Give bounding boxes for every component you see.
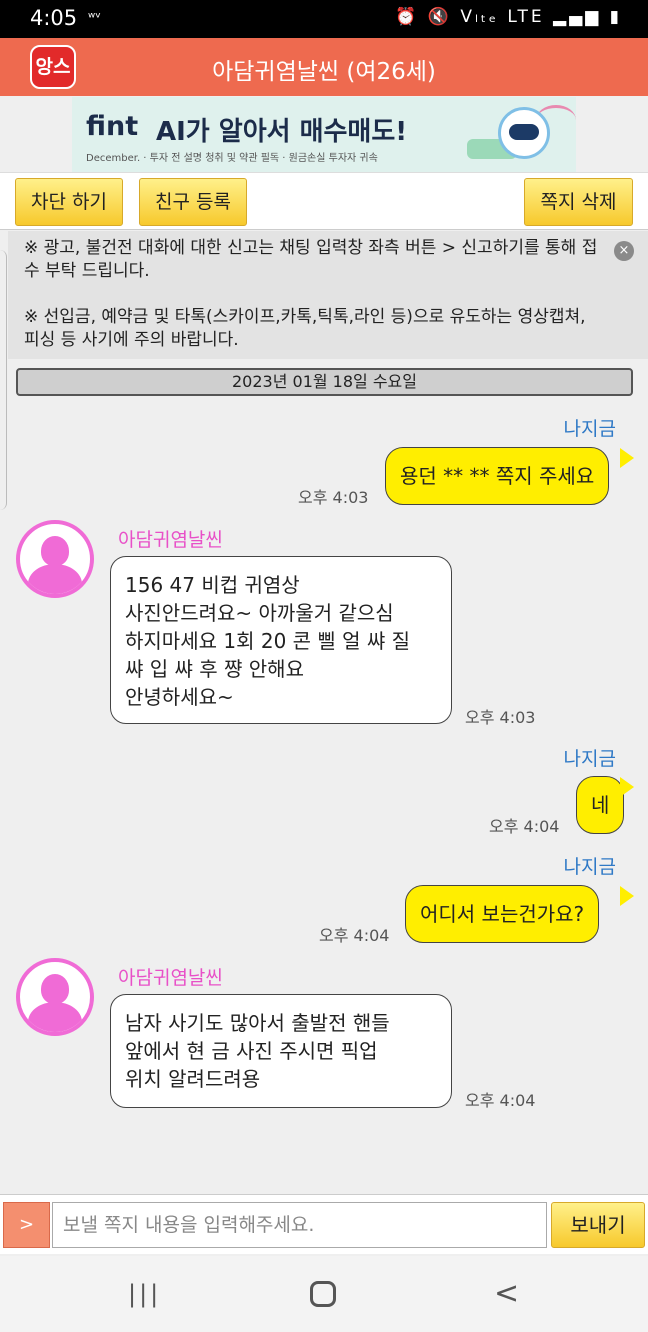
message-bubble-sent: 어디서 보는건가요? <box>405 885 600 943</box>
notification-icon: ʷᵛ <box>88 10 102 26</box>
sender-name: 아담귀염날씬 <box>118 529 223 551</box>
notice-box: ※ 광고, 불건전 대화에 대한 신고는 채팅 입력창 좌측 버튼 > 신고하기… <box>8 231 648 359</box>
system-status-icons: ⏰ 🔇 Vₗₜₑ LTE ▂▄▆ ▮ <box>395 7 622 27</box>
action-bar: 차단 하기 친구 등록 쪽지 삭제 <box>0 172 648 230</box>
message-line: 하지마세요 1회 20 콘 삘 얼 쌰 질 <box>125 629 411 653</box>
message-bubble-sent: 네 <box>576 776 625 834</box>
add-friend-button[interactable]: 친구 등록 <box>139 178 247 226</box>
avatar[interactable] <box>16 520 94 598</box>
recent-apps-icon[interactable]: ||| <box>128 1280 161 1308</box>
message-line: 앞에서 현 금 사진 주시면 픽업 <box>125 1039 378 1063</box>
message-time: 오후 4:03 <box>465 708 536 727</box>
compose-bar: > 보내기 <box>0 1194 648 1254</box>
bubble-tail <box>620 886 634 906</box>
status-bar: 4:05 ʷᵛ ⏰ 🔇 Vₗₜₑ LTE ▂▄▆ ▮ <box>0 0 648 38</box>
message-time: 오후 4:04 <box>465 1091 536 1110</box>
close-icon[interactable]: × <box>614 241 634 261</box>
message-line: 남자 사기도 많아서 출발전 핸들 <box>125 1011 390 1035</box>
sender-name: 나지금 <box>563 748 616 770</box>
system-nav-bar: ||| < <box>0 1256 648 1332</box>
send-button[interactable]: 보내기 <box>551 1202 645 1248</box>
date-divider: 2023년 01월 18일 수요일 <box>16 368 633 396</box>
menu-toggle-button[interactable]: > <box>3 1202 50 1248</box>
sender-name: 나지금 <box>563 856 616 878</box>
clock: 4:05 <box>30 6 78 30</box>
message-bubble-received: 남자 사기도 많아서 출발전 핸들 앞에서 현 금 사진 주시면 픽업 위치 알… <box>110 994 452 1108</box>
ad-disclaimer: December. · 투자 전 설명 청취 및 약관 필독 · 원금손실 투자… <box>86 153 378 164</box>
sender-name: 나지금 <box>563 418 616 440</box>
ad-banner[interactable]: fint AI가 알아서 매수매도! December. · 투자 전 설명 청… <box>72 97 576 172</box>
sender-name: 아담귀염날씬 <box>118 967 223 989</box>
bubble-tail <box>620 448 634 468</box>
side-handle[interactable] <box>0 250 7 510</box>
message-line: 사진안드려요~ 아까울거 같으심 <box>125 601 394 625</box>
notice-scam-warning: ※ 선입금, 예약금 및 타톡(스카이프,카톡,틱톡,라인 등)으로 유도하는 … <box>24 307 586 350</box>
message-line: 156 47 비컵 귀염상 <box>125 573 300 597</box>
message-line: 위치 알려드려용 <box>125 1067 261 1091</box>
block-button[interactable]: 차단 하기 <box>15 178 123 226</box>
message-bubble-sent: 용던 ** ** 쪽지 주세요 <box>385 447 610 505</box>
message-bubble-received: 156 47 비컵 귀염상 사진안드려요~ 아까울거 같으심 하지마세요 1회 … <box>110 556 452 724</box>
delete-message-button[interactable]: 쪽지 삭제 <box>524 178 633 226</box>
ad-brand: fint <box>86 111 139 142</box>
message-time: 오후 4:04 <box>319 926 390 945</box>
robot-icon <box>498 107 550 159</box>
app-header: 앙스 아담귀염날씬 (여26세) <box>0 38 648 96</box>
bubble-tail <box>620 777 634 797</box>
message-line: 안녕하세요~ <box>125 685 234 709</box>
back-icon[interactable]: < <box>494 1276 519 1311</box>
message-time: 오후 4:04 <box>489 817 560 836</box>
ad-headline: AI가 알아서 매수매도! <box>156 117 408 147</box>
chat-title: 아담귀염날씬 (여26세) <box>212 59 436 85</box>
avatar[interactable] <box>16 958 94 1036</box>
notice-report: ※ 광고, 불건전 대화에 대한 신고는 채팅 입력창 좌측 버튼 > 신고하기… <box>24 238 598 281</box>
message-line: 쌰 입 쌰 후 쨩 안해요 <box>125 657 304 681</box>
message-time: 오후 4:03 <box>298 488 369 507</box>
home-icon[interactable] <box>310 1281 336 1307</box>
message-input[interactable] <box>52 1202 547 1248</box>
